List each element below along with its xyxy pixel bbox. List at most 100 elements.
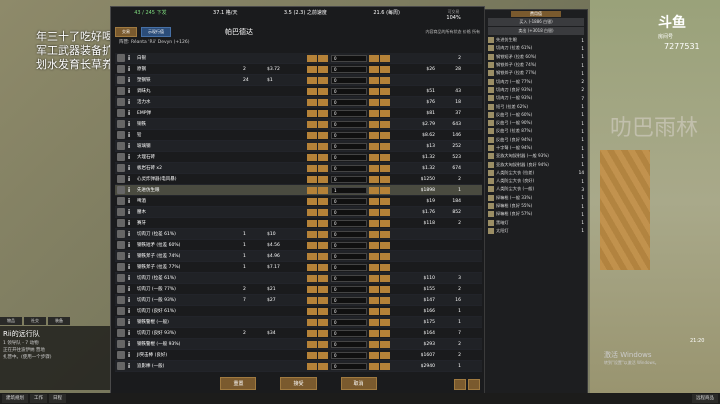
buy-all-button[interactable] bbox=[380, 120, 390, 128]
sell-all-button[interactable] bbox=[307, 54, 317, 62]
info-icon[interactable]: i bbox=[125, 176, 133, 183]
buy-one-button[interactable] bbox=[369, 87, 379, 95]
sell-one-button[interactable] bbox=[318, 120, 328, 128]
info-icon[interactable]: i bbox=[125, 121, 133, 128]
buy-all-button[interactable] bbox=[380, 340, 390, 348]
buy-all-button[interactable] bbox=[380, 54, 390, 62]
buy-one-button[interactable] bbox=[369, 120, 379, 128]
sell-all-button[interactable] bbox=[307, 340, 317, 348]
sell-all-button[interactable] bbox=[307, 65, 317, 73]
quantity-input[interactable]: 0 bbox=[331, 87, 367, 95]
table-row[interactable]: i 原钢 2 $3.72 0 $26 28 bbox=[115, 64, 482, 75]
buy-all-button[interactable] bbox=[380, 230, 390, 238]
sell-one-button[interactable] bbox=[318, 76, 328, 84]
quantity-input[interactable]: 0 bbox=[331, 296, 367, 304]
bottom-item-build[interactable]: 建筑规划 bbox=[2, 394, 28, 403]
quantity-input[interactable]: 0 bbox=[331, 362, 367, 370]
sell-all-button[interactable] bbox=[307, 351, 317, 359]
quantity-input[interactable]: 0 bbox=[331, 54, 367, 62]
bottom-item-schedule[interactable]: 日程 bbox=[49, 394, 66, 403]
sell-one-button[interactable] bbox=[318, 252, 328, 260]
sell-all-button[interactable] bbox=[307, 164, 317, 172]
buy-one-button[interactable] bbox=[369, 263, 379, 271]
quantity-input[interactable]: 0 bbox=[331, 142, 367, 150]
buy-one-button[interactable] bbox=[369, 131, 379, 139]
sell-all-button[interactable] bbox=[307, 362, 317, 370]
buy-one-button[interactable] bbox=[369, 208, 379, 216]
quantity-input[interactable]: 0 bbox=[331, 230, 367, 238]
quantity-input[interactable]: 0 bbox=[331, 329, 367, 337]
sell-all-button[interactable] bbox=[307, 87, 317, 95]
table-row[interactable]: i 板岩石砖 x2 0 $1.32 674 bbox=[115, 163, 482, 174]
table-row[interactable]: i 切肉刀 (良好 93%) 2 $34 0 $164 7 bbox=[115, 328, 482, 339]
buy-one-button[interactable] bbox=[369, 252, 379, 260]
gift-icon[interactable] bbox=[454, 379, 466, 390]
buy-one-button[interactable] bbox=[369, 175, 379, 183]
table-row[interactable]: i 钢铁短矛 (拉差 60%) 1 $4.56 0 bbox=[115, 240, 482, 251]
buy-one-button[interactable] bbox=[369, 153, 379, 161]
quantity-input[interactable]: 0 bbox=[331, 219, 367, 227]
info-icon[interactable]: i bbox=[125, 308, 133, 315]
sell-all-button[interactable] bbox=[307, 208, 317, 216]
sell-all-button[interactable] bbox=[307, 241, 317, 249]
buy-all-button[interactable] bbox=[380, 252, 390, 260]
sell-one-button[interactable] bbox=[318, 362, 328, 370]
table-row[interactable]: i 啤酒 0 $19 184 bbox=[115, 196, 482, 207]
sell-all-button[interactable] bbox=[307, 274, 317, 282]
buy-all-button[interactable] bbox=[380, 318, 390, 326]
info-icon[interactable]: i bbox=[125, 132, 133, 139]
table-row[interactable]: i 心灵炸弹器(电风暴) 0 $1250 2 bbox=[115, 174, 482, 185]
sell-one-button[interactable] bbox=[318, 142, 328, 150]
table-row[interactable]: i 先进仿生眼 1 $1898 1 bbox=[115, 185, 482, 196]
sell-all-button[interactable] bbox=[307, 296, 317, 304]
sell-one-button[interactable] bbox=[318, 153, 328, 161]
sell-one-button[interactable] bbox=[318, 219, 328, 227]
bottom-item-remote[interactable]: 远程商品 bbox=[692, 394, 718, 403]
buy-one-button[interactable] bbox=[369, 164, 379, 172]
info-icon[interactable]: i bbox=[125, 187, 133, 194]
sell-one-button[interactable] bbox=[318, 351, 328, 359]
sell-all-button[interactable] bbox=[307, 219, 317, 227]
info-icon[interactable]: i bbox=[125, 143, 133, 150]
quantity-input[interactable]: 0 bbox=[331, 208, 367, 216]
buy-one-button[interactable] bbox=[369, 285, 379, 293]
table-row[interactable]: i JI突击棒 (良好) 0 $1607 2 bbox=[115, 350, 482, 361]
buy-one-button[interactable] bbox=[369, 230, 379, 238]
buy-one-button[interactable] bbox=[369, 351, 379, 359]
sell-one-button[interactable] bbox=[318, 285, 328, 293]
info-icon[interactable]: i bbox=[125, 297, 133, 304]
bottom-item-work[interactable]: 工作 bbox=[30, 394, 47, 403]
buy-all-button[interactable] bbox=[380, 285, 390, 293]
sell-all-button[interactable] bbox=[307, 76, 317, 84]
sell-one-button[interactable] bbox=[318, 307, 328, 315]
buy-one-button[interactable] bbox=[369, 76, 379, 84]
quantity-input[interactable]: 0 bbox=[331, 175, 367, 183]
sell-one-button[interactable] bbox=[318, 274, 328, 282]
quantity-input[interactable]: 1 bbox=[331, 186, 367, 194]
buy-all-button[interactable] bbox=[380, 131, 390, 139]
buy-one-button[interactable] bbox=[369, 307, 379, 315]
info-icon[interactable]: i bbox=[125, 319, 133, 326]
sell-all-button[interactable] bbox=[307, 252, 317, 260]
quantity-input[interactable]: 0 bbox=[331, 318, 367, 326]
buy-one-button[interactable] bbox=[369, 329, 379, 337]
quantity-input[interactable]: 0 bbox=[331, 120, 367, 128]
buy-all-button[interactable] bbox=[380, 164, 390, 172]
reset-button[interactable]: 重置 bbox=[220, 377, 257, 390]
buy-one-button[interactable] bbox=[369, 109, 379, 117]
buy-all-button[interactable] bbox=[380, 219, 390, 227]
table-row[interactable]: i 切肉刀 (良好 61%) 0 $166 1 bbox=[115, 306, 482, 317]
buy-one-button[interactable] bbox=[369, 98, 379, 106]
info-icon[interactable]: i bbox=[125, 110, 133, 117]
info-icon[interactable]: i bbox=[125, 88, 133, 95]
sell-all-button[interactable] bbox=[307, 109, 317, 117]
sell-one-button[interactable] bbox=[318, 164, 328, 172]
quantity-input[interactable]: 0 bbox=[331, 164, 367, 172]
table-row[interactable]: i EMP弹 0 $81 37 bbox=[115, 108, 482, 119]
sell-one-button[interactable] bbox=[318, 175, 328, 183]
quantity-input[interactable]: 0 bbox=[331, 285, 367, 293]
sell-one-button[interactable] bbox=[318, 109, 328, 117]
buy-all-button[interactable] bbox=[380, 109, 390, 117]
sell-all-button[interactable] bbox=[307, 230, 317, 238]
sell-one-button[interactable] bbox=[318, 54, 328, 62]
